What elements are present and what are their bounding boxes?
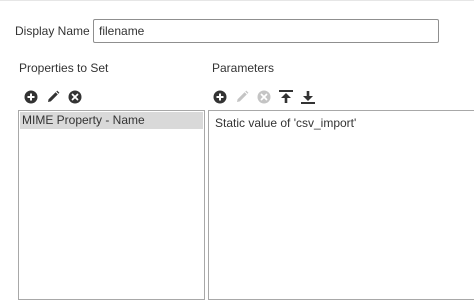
list-item[interactable]: MIME Property - Name (20, 112, 203, 129)
parameters-header: Parameters (212, 61, 275, 75)
display-name-label: Display Name (15, 24, 90, 38)
parameters-list[interactable]: Static value of 'csv_import' (208, 110, 474, 300)
properties-list[interactable]: MIME Property - Name (18, 110, 205, 300)
edit-parameter-icon[interactable] (234, 89, 250, 105)
edit-property-icon[interactable] (45, 89, 61, 105)
add-property-icon[interactable] (23, 89, 39, 105)
parameters-toolbar (212, 88, 322, 106)
properties-toolbar (23, 88, 89, 106)
remove-parameter-icon[interactable] (256, 89, 272, 105)
top-divider (0, 0, 474, 1)
move-to-top-icon[interactable] (278, 89, 294, 105)
display-name-input[interactable] (93, 19, 439, 43)
remove-property-icon[interactable] (67, 89, 83, 105)
list-item[interactable]: Static value of 'csv_import' (215, 116, 356, 130)
move-to-bottom-icon[interactable] (300, 89, 316, 105)
properties-header: Properties to Set (19, 61, 109, 75)
add-parameter-icon[interactable] (212, 89, 228, 105)
